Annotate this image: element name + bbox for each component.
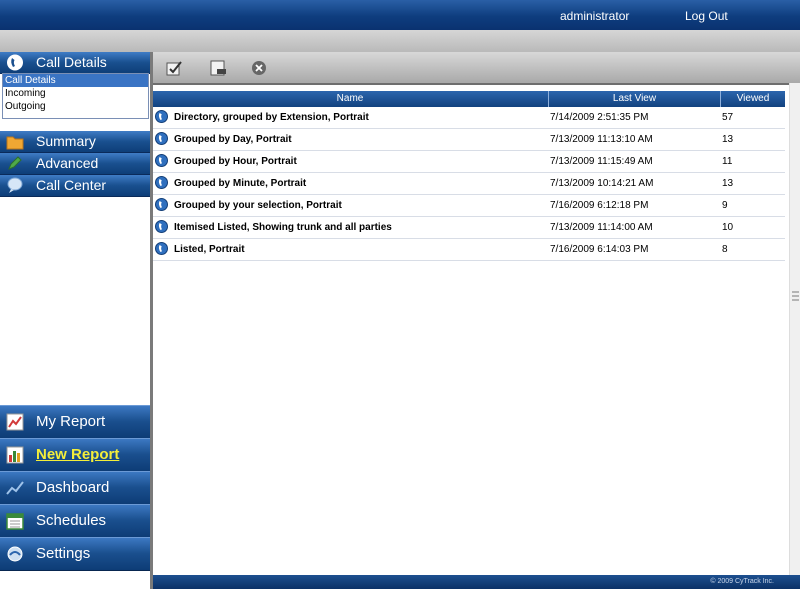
nav-my-report-label: My Report (36, 413, 106, 430)
report-icon (6, 413, 24, 431)
viewed-count: 57 (722, 112, 734, 123)
table-row[interactable]: Grouped by your selection, Portrait 7/16/… (153, 195, 785, 217)
header-subbar (0, 30, 800, 52)
copyright-text: © 2009 CyTrack Inc. (710, 578, 774, 585)
nav-schedules[interactable]: Schedules (0, 504, 150, 538)
col-viewed[interactable]: Viewed (721, 93, 785, 104)
chat-bubble-icon (7, 177, 23, 193)
viewed-count: 10 (722, 222, 734, 233)
scroll-grip-icon[interactable] (792, 290, 799, 302)
nav-call-center-label: Call Center (36, 177, 107, 193)
nav-settings-label: Settings (36, 545, 91, 562)
report-name: Itemised Listed, Showing trunk and all p… (174, 222, 392, 233)
report-name: Listed, Portrait (174, 244, 245, 255)
report-item-icon (155, 220, 168, 233)
subitem-outgoing[interactable]: Outgoing (3, 100, 148, 113)
footer: © 2009 CyTrack Inc. (153, 575, 800, 589)
viewed-count: 9 (722, 200, 728, 211)
viewed-count: 13 (722, 178, 734, 189)
nav-my-report[interactable]: My Report (0, 405, 150, 439)
table-body: Directory, grouped by Extension, Portrai… (153, 107, 785, 261)
report-name: Grouped by Hour, Portrait (174, 156, 297, 167)
logout-link[interactable]: Log Out (685, 9, 728, 23)
last-view-date: 7/13/2009 11:14:00 AM (550, 222, 653, 233)
nav-dashboard[interactable]: Dashboard (0, 471, 150, 505)
reports-table: Name Last View Viewed Directory, grouped… (153, 91, 785, 261)
col-last-view[interactable]: Last View (549, 93, 720, 104)
call-details-list: Call Details Incoming Outgoing (2, 73, 149, 119)
nav-call-details[interactable]: Call Details (0, 52, 150, 74)
toolbar (153, 52, 800, 85)
table-row[interactable]: Directory, grouped by Extension, Portrai… (153, 107, 785, 129)
subitem-incoming[interactable]: Incoming (3, 87, 148, 100)
calendar-icon (6, 513, 24, 530)
export-icon[interactable] (208, 58, 228, 78)
table-header: Name Last View Viewed (153, 91, 785, 107)
delete-icon[interactable] (249, 58, 269, 78)
report-name: Grouped by Minute, Portrait (174, 178, 307, 189)
nav-advanced-label: Advanced (36, 155, 99, 171)
nav-new-report-label: New Report (36, 446, 120, 463)
last-view-date: 7/14/2009 2:51:35 PM (550, 112, 649, 123)
report-name: Grouped by your selection, Portrait (174, 200, 342, 211)
folder-icon (6, 136, 24, 150)
checkmark-icon[interactable] (165, 58, 185, 78)
report-name: Directory, grouped by Extension, Portrai… (174, 112, 369, 123)
line-chart-icon (6, 481, 24, 495)
report-name: Grouped by Day, Portrait (174, 134, 292, 145)
nav-summary-label: Summary (36, 133, 96, 149)
table-row[interactable]: Grouped by Day, Portrait 7/13/2009 11:13:… (153, 129, 785, 151)
last-view-date: 7/16/2009 6:14:03 PM (550, 244, 649, 255)
subitem-call-details[interactable]: Call Details (3, 74, 148, 87)
viewed-count: 13 (722, 134, 734, 145)
scrollbar[interactable] (789, 83, 800, 575)
report-item-icon (155, 176, 168, 189)
report-item-icon (155, 110, 168, 123)
report-item-icon (155, 242, 168, 255)
table-row[interactable]: Itemised Listed, Showing trunk and all p… (153, 217, 785, 239)
last-view-date: 7/13/2009 11:15:49 AM (550, 156, 653, 167)
report-item-icon (155, 198, 168, 211)
col-name[interactable]: Name (153, 93, 547, 104)
nav-dashboard-label: Dashboard (36, 479, 110, 496)
phone-icon (7, 54, 23, 71)
sidebar: Call Details Call Details Incoming Outgo… (0, 52, 153, 589)
nav-advanced[interactable]: Advanced (0, 153, 150, 175)
last-view-date: 7/13/2009 11:13:10 AM (550, 134, 653, 145)
nav-settings[interactable]: Settings (0, 537, 150, 571)
table-row[interactable]: Listed, Portrait 7/16/2009 6:14:03 PM 8 (153, 239, 785, 261)
user-name: administrator (560, 9, 630, 23)
viewed-count: 8 (722, 244, 728, 255)
report-item-icon (155, 154, 168, 167)
last-view-date: 7/13/2009 10:14:21 AM (550, 178, 654, 189)
nav-summary[interactable]: Summary (0, 131, 150, 153)
table-row[interactable]: Grouped by Hour, Portrait 7/13/2009 11:15… (153, 151, 785, 173)
nav-new-report[interactable]: New Report (0, 438, 150, 472)
pencil-icon (8, 156, 22, 170)
last-view-date: 7/16/2009 6:12:18 PM (550, 200, 649, 211)
nav-call-center[interactable]: Call Center (0, 175, 150, 197)
table-row[interactable]: Grouped by Minute, Portrait 7/13/2009 10:… (153, 173, 785, 195)
settings-icon (7, 546, 23, 562)
report-item-icon (155, 132, 168, 145)
viewed-count: 11 (722, 156, 733, 167)
nav-call-details-label: Call Details (36, 54, 107, 70)
bar-chart-icon (6, 446, 24, 464)
nav-schedules-label: Schedules (36, 512, 107, 529)
top-header: administrator Log Out (0, 0, 800, 31)
